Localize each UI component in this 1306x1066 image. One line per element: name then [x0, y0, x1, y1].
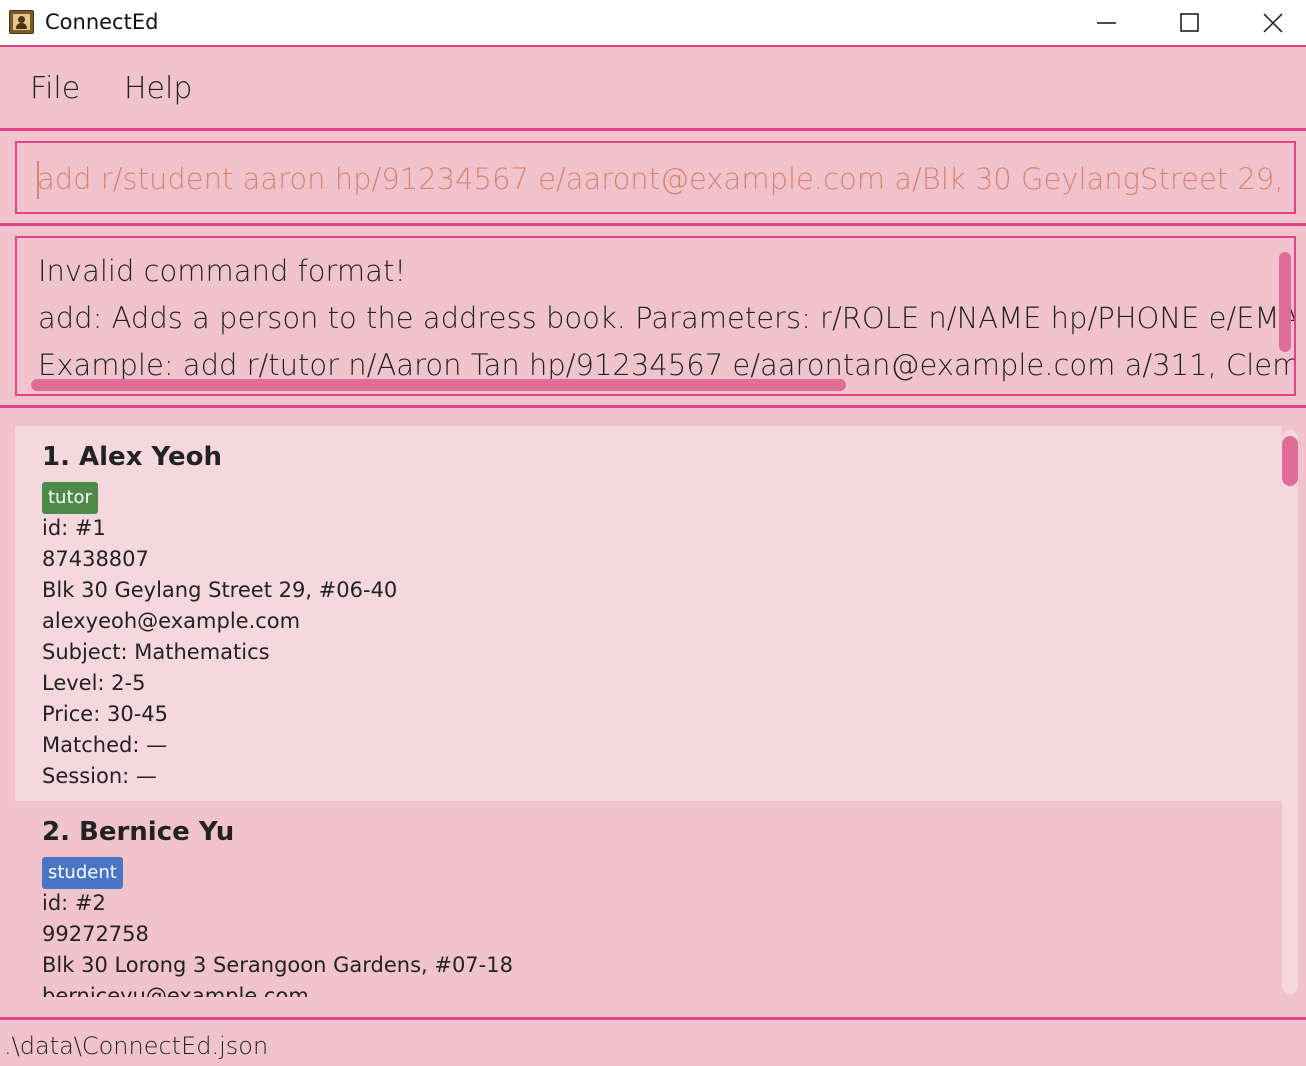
role-tag: student	[42, 857, 123, 889]
menu-bar: File Help	[0, 49, 1306, 129]
person-name: 1. Alex Yeoh	[42, 442, 222, 472]
minimize-button[interactable]	[1077, 0, 1137, 46]
divider	[0, 223, 1306, 226]
result-line: Example: add r/tutor n/Aaron Tan hp/9123…	[38, 348, 1296, 382]
person-id: id: #2	[42, 891, 106, 915]
person-card[interactable]: 2. Bernice Yu student id: #2 99272758 Bl…	[15, 801, 1282, 997]
menu-help[interactable]: Help	[124, 71, 192, 106]
person-level: Level: 2-5	[42, 671, 146, 695]
person-email: alexyeoh@example.com	[42, 609, 301, 633]
horizontal-scrollbar[interactable]	[31, 379, 846, 391]
person-phone: 87438807	[42, 547, 149, 571]
minimize-icon	[1097, 22, 1116, 24]
role-tag: tutor	[42, 482, 98, 514]
person-phone: 99272758	[42, 922, 149, 946]
person-list[interactable]: 1. Alex Yeoh tutor id: #1 87438807 Blk 3…	[15, 426, 1282, 997]
menu-file[interactable]: File	[30, 71, 80, 106]
close-button[interactable]	[1243, 0, 1303, 46]
list-scrollbar[interactable]	[1282, 430, 1298, 994]
result-line: add: Adds a person to the address book. …	[38, 301, 1296, 335]
person-matched: Matched: —	[42, 733, 168, 757]
command-box[interactable]	[15, 141, 1296, 214]
person-email: berniceyu@example.com	[42, 984, 309, 997]
close-icon	[1263, 13, 1283, 33]
person-price: Price: 30-45	[42, 702, 168, 726]
divider	[0, 405, 1306, 408]
person-name: 2. Bernice Yu	[42, 817, 235, 847]
person-address: Blk 30 Geylang Street 29, #06-40	[42, 578, 398, 602]
person-card[interactable]: 1. Alex Yeoh tutor id: #1 87438807 Blk 3…	[15, 426, 1282, 801]
result-line: Invalid command format!	[38, 254, 406, 288]
person-subject: Subject: Mathematics	[42, 640, 270, 664]
vertical-scrollbar[interactable]	[1279, 252, 1291, 352]
person-session: Session: —	[42, 764, 157, 788]
title-bar: ConnectEd	[0, 0, 1306, 47]
person-address: Blk 30 Lorong 3 Serangoon Gardens, #07-1…	[42, 953, 513, 977]
person-id: id: #1	[42, 516, 106, 540]
status-bar: .\data\ConnectEd.json	[0, 1020, 1306, 1066]
result-display[interactable]: Invalid command format! add: Adds a pers…	[15, 236, 1296, 396]
divider	[0, 128, 1306, 131]
maximize-icon	[1180, 13, 1199, 32]
contact-book-icon	[9, 10, 34, 34]
maximize-button[interactable]	[1160, 0, 1220, 46]
command-input[interactable]	[37, 159, 1287, 199]
scrollbar-thumb[interactable]	[1282, 436, 1298, 486]
save-file-path: .\data\ConnectEd.json	[4, 1032, 269, 1060]
window-title: ConnectEd	[45, 10, 159, 34]
